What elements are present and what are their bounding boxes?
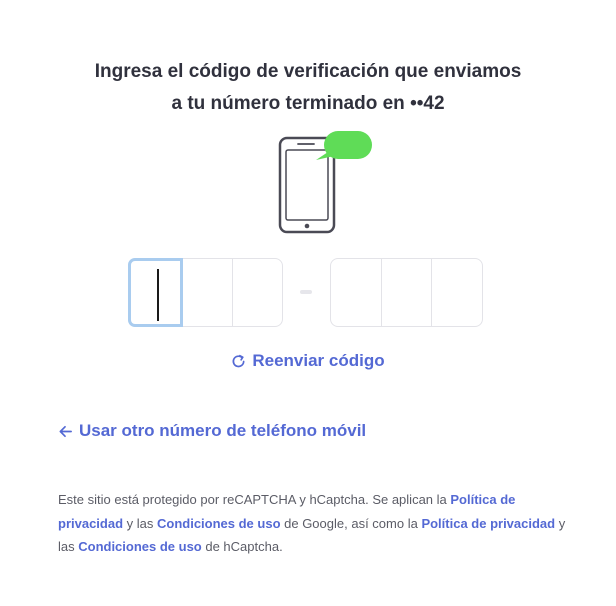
code-digit-4[interactable] — [331, 259, 382, 326]
refresh-icon — [232, 354, 245, 367]
use-other-number-label: Usar otro número de teléfono móvil — [79, 421, 367, 440]
code-digit-1[interactable] — [128, 258, 183, 327]
code-digit-6[interactable] — [432, 259, 482, 326]
resend-code-label: Reenviar código — [252, 351, 385, 370]
use-other-number-link[interactable]: Usar otro número de teléfono móvil — [58, 421, 366, 441]
title-line-2: a tu número terminado en ••42 — [171, 93, 445, 114]
title-line-1: Ingresa el código de verificación que en… — [94, 61, 522, 82]
arrow-left-icon — [59, 425, 72, 437]
code-digit-5[interactable] — [382, 259, 433, 326]
text-caret — [157, 269, 159, 321]
resend-code-button[interactable]: Reenviar código — [0, 351, 616, 371]
verification-page: Ingresa el código de verificación que en… — [0, 0, 616, 606]
hcaptcha-privacy-link[interactable]: Política de privacidad — [421, 516, 555, 531]
google-terms-link[interactable]: Condiciones de uso — [157, 516, 281, 531]
code-digit-2[interactable] — [183, 259, 233, 326]
code-group-second — [330, 258, 483, 327]
legal-notice: Este sitio está protegido por reCAPTCHA … — [58, 492, 566, 554]
page-title: Ingresa el código de verificación que en… — [40, 56, 576, 120]
code-separator — [300, 290, 312, 294]
code-group-first — [128, 258, 283, 327]
phone-message-icon — [278, 131, 372, 234]
code-digit-3[interactable] — [233, 259, 282, 326]
hcaptcha-terms-link[interactable]: Condiciones de uso — [78, 539, 202, 554]
